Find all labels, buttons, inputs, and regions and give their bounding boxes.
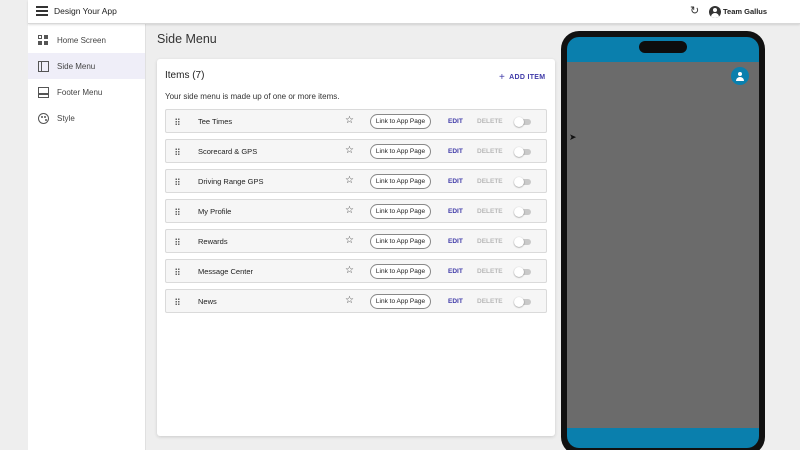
delete-button[interactable]: DELETE — [477, 178, 503, 185]
menu-item-label: Rewards — [198, 237, 228, 246]
star-icon[interactable]: ☆ — [345, 114, 354, 128]
link-to-app-page-button[interactable]: Link to App Page — [370, 264, 431, 279]
link-to-app-page-button[interactable]: Link to App Page — [370, 114, 431, 129]
link-to-app-page-button[interactable]: Link to App Page — [370, 204, 431, 219]
menu-item-row: Rewards ☆ Link to App Page EDIT DELETE — [165, 229, 547, 253]
link-to-app-page-button[interactable]: Link to App Page — [370, 144, 431, 159]
menu-item-label: News — [198, 297, 217, 306]
phone-preview — [561, 31, 765, 450]
items-card: Items (7) + ADD ITEM Your side menu is ma… — [157, 59, 555, 436]
add-item-button[interactable]: + ADD ITEM — [499, 71, 546, 83]
star-icon[interactable]: ☆ — [345, 204, 354, 218]
drag-handle-icon[interactable] — [175, 148, 180, 155]
menu-item-row: Driving Range GPS ☆ Link to App Page EDI… — [165, 169, 547, 193]
drag-handle-icon[interactable] — [175, 268, 180, 275]
sidebar-item-style[interactable]: Style — [28, 105, 145, 131]
menu-item-row: Scorecard & GPS ☆ Link to App Page EDIT … — [165, 139, 547, 163]
hamburger-menu-icon[interactable] — [36, 6, 48, 18]
edit-button[interactable]: EDIT — [448, 148, 463, 155]
sidebar-item-home-screen[interactable]: Home Screen — [28, 27, 145, 53]
delete-button[interactable]: DELETE — [477, 298, 503, 305]
plus-icon: + — [499, 72, 506, 83]
sidebar-item-label: Style — [57, 113, 75, 123]
drag-handle-icon[interactable] — [175, 208, 180, 215]
sidebar-item-label: Side Menu — [57, 61, 96, 71]
phone-screen — [567, 62, 759, 428]
menu-item-label: My Profile — [198, 207, 232, 216]
sidebar-item-label: Home Screen — [57, 35, 106, 45]
star-icon[interactable]: ☆ — [345, 294, 354, 308]
account-circle-icon[interactable] — [709, 6, 721, 18]
edit-button[interactable]: EDIT — [448, 238, 463, 245]
star-icon[interactable]: ☆ — [345, 264, 354, 278]
menu-item-row: My Profile ☆ Link to App Page EDIT DELET… — [165, 199, 547, 223]
footer-menu-icon — [38, 86, 49, 98]
link-to-app-page-button[interactable]: Link to App Page — [370, 294, 431, 309]
delete-button[interactable]: DELETE — [477, 148, 503, 155]
edit-button[interactable]: EDIT — [448, 298, 463, 305]
drag-handle-icon[interactable] — [175, 178, 180, 185]
delete-button[interactable]: DELETE — [477, 208, 503, 215]
page-title: Side Menu — [157, 32, 217, 46]
refresh-icon[interactable]: ↻ — [690, 5, 699, 17]
enable-toggle[interactable] — [514, 147, 531, 157]
team-name[interactable]: Team Gallus — [723, 7, 767, 16]
link-to-app-page-button[interactable]: Link to App Page — [370, 234, 431, 249]
delete-button[interactable]: DELETE — [477, 118, 503, 125]
menu-item-label: Message Center — [198, 267, 254, 276]
enable-toggle[interactable] — [514, 267, 531, 277]
menu-item-row: News ☆ Link to App Page EDIT DELETE — [165, 289, 547, 313]
star-icon[interactable]: ☆ — [345, 234, 354, 248]
grid-icon — [38, 34, 49, 46]
profile-icon[interactable] — [731, 67, 749, 85]
drag-handle-icon[interactable] — [175, 238, 180, 245]
star-icon[interactable]: ☆ — [345, 174, 354, 188]
edit-button[interactable]: EDIT — [448, 178, 463, 185]
menu-item-label: Driving Range GPS — [198, 177, 264, 186]
enable-toggle[interactable] — [514, 237, 531, 247]
enable-toggle[interactable] — [514, 297, 531, 307]
edit-button[interactable]: EDIT — [448, 208, 463, 215]
sidebar-item-label: Footer Menu — [57, 87, 103, 97]
edit-button[interactable]: EDIT — [448, 118, 463, 125]
phone-footer-bar — [567, 428, 759, 448]
items-description: Your side menu is made up of one or more… — [165, 92, 340, 101]
delete-button[interactable]: DELETE — [477, 238, 503, 245]
app-title: Design Your App — [54, 6, 117, 16]
sidebar: Home Screen Side Menu Footer Menu Style — [28, 24, 146, 450]
sidebar-item-side-menu[interactable]: Side Menu — [28, 53, 145, 79]
palette-icon — [38, 112, 49, 124]
phone-notch — [639, 41, 687, 53]
link-to-app-page-button[interactable]: Link to App Page — [370, 174, 431, 189]
mouse-cursor-icon: ➤ — [569, 132, 577, 142]
menu-item-row: Tee Times ☆ Link to App Page EDIT DELETE — [165, 109, 547, 133]
top-app-bar: Design Your App ↻ Team Gallus — [28, 0, 800, 24]
items-count-title: Items (7) — [165, 70, 205, 81]
side-menu-icon — [38, 60, 49, 72]
enable-toggle[interactable] — [514, 117, 531, 127]
enable-toggle[interactable] — [514, 177, 531, 187]
menu-item-label: Tee Times — [198, 117, 233, 126]
drag-handle-icon[interactable] — [175, 298, 180, 305]
sidebar-item-footer-menu[interactable]: Footer Menu — [28, 79, 145, 105]
menu-item-label: Scorecard & GPS — [198, 147, 258, 156]
edit-button[interactable]: EDIT — [448, 268, 463, 275]
star-icon[interactable]: ☆ — [345, 144, 354, 158]
add-item-label: ADD ITEM — [509, 74, 546, 81]
enable-toggle[interactable] — [514, 207, 531, 217]
drag-handle-icon[interactable] — [175, 118, 180, 125]
delete-button[interactable]: DELETE — [477, 268, 503, 275]
menu-item-row: Message Center ☆ Link to App Page EDIT D… — [165, 259, 547, 283]
